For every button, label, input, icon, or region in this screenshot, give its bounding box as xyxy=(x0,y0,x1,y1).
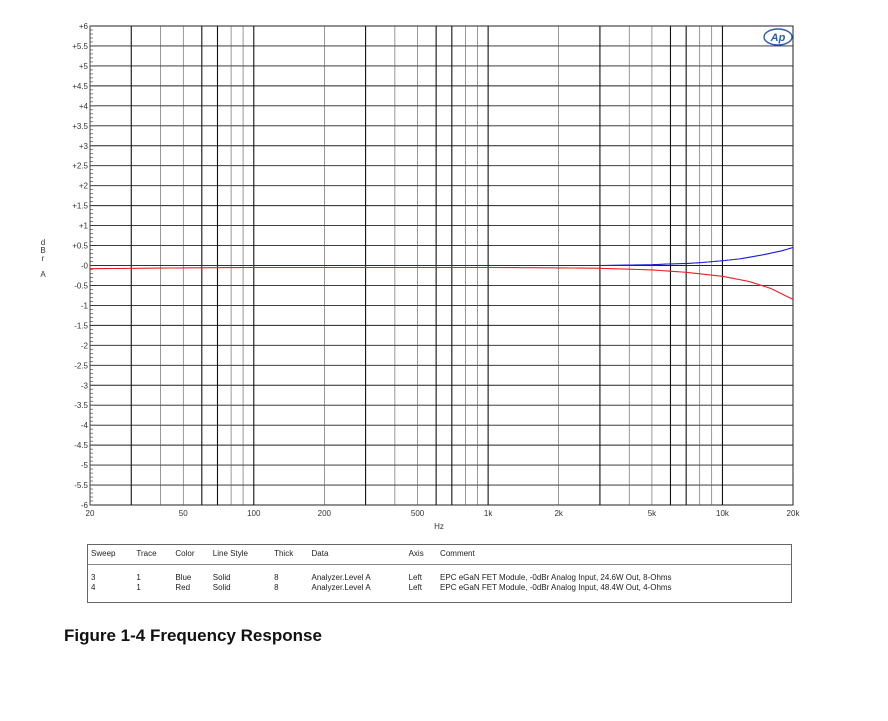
x-axis-label: Hz xyxy=(434,522,444,531)
x-tick-label: 10k xyxy=(716,509,730,518)
legend-cell: EPC eGaN FET Module, -0dBr Analog Input,… xyxy=(440,573,672,582)
legend-cell: Solid xyxy=(212,573,231,582)
legend-row: 3 1 Blue Solid 8 Analyzer.Level A Left EPC eGaN… xyxy=(88,565,791,584)
legend-header-cell: Data xyxy=(308,545,406,565)
legend-cell: EPC eGaN FET Module, -0dBr Analog Input,… xyxy=(440,583,672,592)
legend-cell: 8 xyxy=(274,573,279,582)
y-tick-label: -4 xyxy=(81,421,89,430)
trace-legend-table: Sweep Trace Color Line Style Thick Data Axis Co… xyxy=(87,544,792,603)
y-tick-label: +5 xyxy=(79,62,89,71)
x-tick-label: 50 xyxy=(179,509,188,518)
legend-cell: Solid xyxy=(212,583,231,592)
legend-header-cell: Color xyxy=(172,545,210,565)
legend-row: 4 1 Red Solid 8 Analyzer.Level A Left EPC eGaN … xyxy=(88,583,791,593)
series-line-1 xyxy=(90,246,794,267)
series-line-2 xyxy=(89,266,794,300)
y-tick-label: +0.5 xyxy=(72,242,88,251)
x-tick-label: 500 xyxy=(411,509,425,518)
legend-cell: 8 xyxy=(274,583,279,592)
y-tick-label: +3.5 xyxy=(72,122,88,131)
x-tick-label: 2k xyxy=(554,509,563,518)
legend-header-cell: Line Style xyxy=(209,545,272,565)
x-tick-label: 20k xyxy=(787,509,801,518)
y-tick-label: -2.5 xyxy=(74,361,88,370)
y-tick-label: -3.5 xyxy=(74,401,88,410)
legend-header-cell: Axis xyxy=(405,545,438,565)
legend-cell: Analyzer.Level A xyxy=(311,583,371,592)
legend-header-cell: Comment xyxy=(437,545,791,565)
legend-header-cell: Thick xyxy=(271,545,309,565)
legend-cell: 3 xyxy=(91,573,96,582)
y-tick-label: +2.5 xyxy=(72,162,88,171)
y-axis-label-letter: r xyxy=(42,254,45,263)
plot-series xyxy=(89,246,794,300)
y-tick-label: -5 xyxy=(81,461,89,470)
y-tick-label: +5.5 xyxy=(72,42,88,51)
figure-caption: Figure 1-4 Frequency Response xyxy=(64,626,322,645)
legend-cell: 4 xyxy=(91,583,96,592)
y-tick-label: +2 xyxy=(79,182,89,191)
y-tick-label: -4.5 xyxy=(74,441,88,450)
y-tick-label: +1.5 xyxy=(72,202,88,211)
legend-cell: Left xyxy=(408,573,422,582)
legend-cell: Analyzer.Level A xyxy=(311,573,371,582)
legend-header-cell: Sweep xyxy=(88,545,134,565)
legend-cell: Left xyxy=(408,583,422,592)
x-tick-label: 20 xyxy=(86,509,95,518)
y-axis-label-letter: A xyxy=(40,270,46,279)
legend-header-cell: Trace xyxy=(133,545,173,565)
x-tick-label: 5k xyxy=(648,509,657,518)
ap-logo-text: Ap xyxy=(770,32,786,44)
legend-body: 3 1 Blue Solid 8 Analyzer.Level A Left EPC eGaN… xyxy=(88,565,791,594)
y-tick-label: -0.5 xyxy=(74,281,88,290)
y-tick-label: -5.5 xyxy=(74,481,88,490)
y-tick-label: -3 xyxy=(81,381,89,390)
legend-cell: 1 xyxy=(136,583,141,592)
x-tick-label: 1k xyxy=(484,509,493,518)
y-tick-label: +3 xyxy=(79,142,89,151)
legend-cell: 1 xyxy=(136,573,141,582)
frequency-response-chart: +6 +5.5 +5 +4.5 +4 +3.5 +3 +2.5 +2 +1.5 +1 +0.5 -0 -0… xyxy=(40,22,801,531)
y-tick-label: -0 xyxy=(81,262,89,271)
y-tick-label: +1 xyxy=(79,222,89,231)
y-tick-label: +4 xyxy=(79,102,89,111)
ap-logo: Ap xyxy=(763,28,793,46)
y-tick-label: -2 xyxy=(81,341,89,350)
x-tick-label: 200 xyxy=(318,509,332,518)
y-tick-label: +6 xyxy=(79,22,89,31)
legend-header-row: Sweep Trace Color Line Style Thick Data Axis Co… xyxy=(88,545,791,565)
y-tick-label: -1 xyxy=(81,301,89,310)
legend-cell: Red xyxy=(175,583,191,592)
y-axis-label: dBrA xyxy=(40,238,46,279)
y-tick-label: -1.5 xyxy=(74,321,88,330)
legend-cell: Blue xyxy=(175,573,192,582)
y-tick-label: +4.5 xyxy=(72,82,88,91)
x-tick-label: 100 xyxy=(247,509,261,518)
